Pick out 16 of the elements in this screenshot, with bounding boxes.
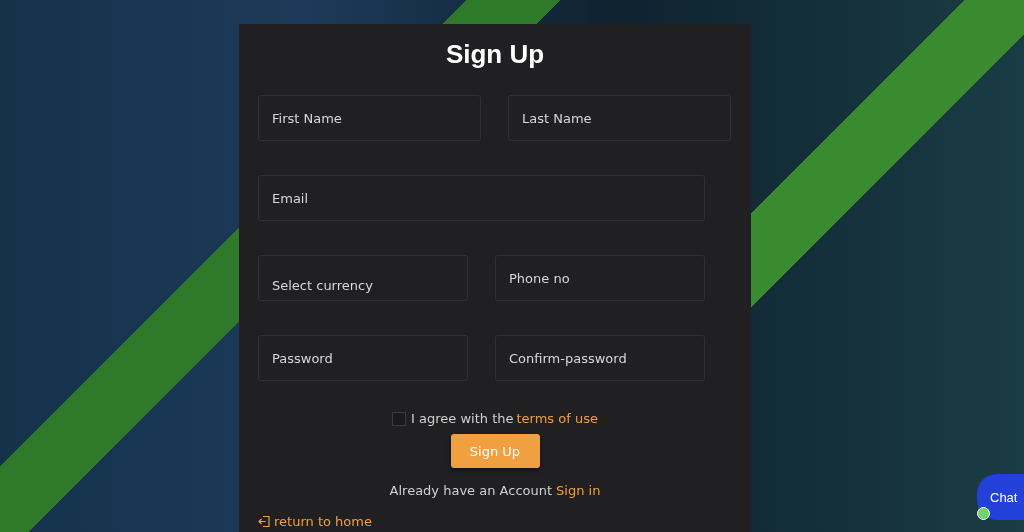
chat-button[interactable]: Chat bbox=[977, 474, 1024, 520]
form-title: Sign Up bbox=[444, 38, 546, 71]
account-text: Already have an Account bbox=[389, 483, 553, 498]
checkbox[interactable] bbox=[392, 411, 407, 426]
input-field[interactable]: Phone no bbox=[495, 255, 705, 301]
signin-link[interactable]: Sign in bbox=[556, 483, 601, 498]
input-field[interactable]: Last Name bbox=[508, 95, 731, 141]
agree-text: I agree with the bbox=[411, 411, 514, 426]
return-home-link[interactable]: return to home bbox=[258, 514, 372, 529]
password-field[interactable]: Password bbox=[258, 335, 468, 381]
password-field[interactable]: Confirm-password bbox=[495, 335, 705, 381]
input-field[interactable]: First Name bbox=[258, 95, 481, 141]
exit-icon bbox=[258, 515, 271, 528]
terms-link[interactable]: terms of use bbox=[516, 411, 598, 426]
currency-select[interactable]: Select currency bbox=[258, 255, 468, 301]
input-field[interactable]: Email bbox=[258, 175, 705, 221]
